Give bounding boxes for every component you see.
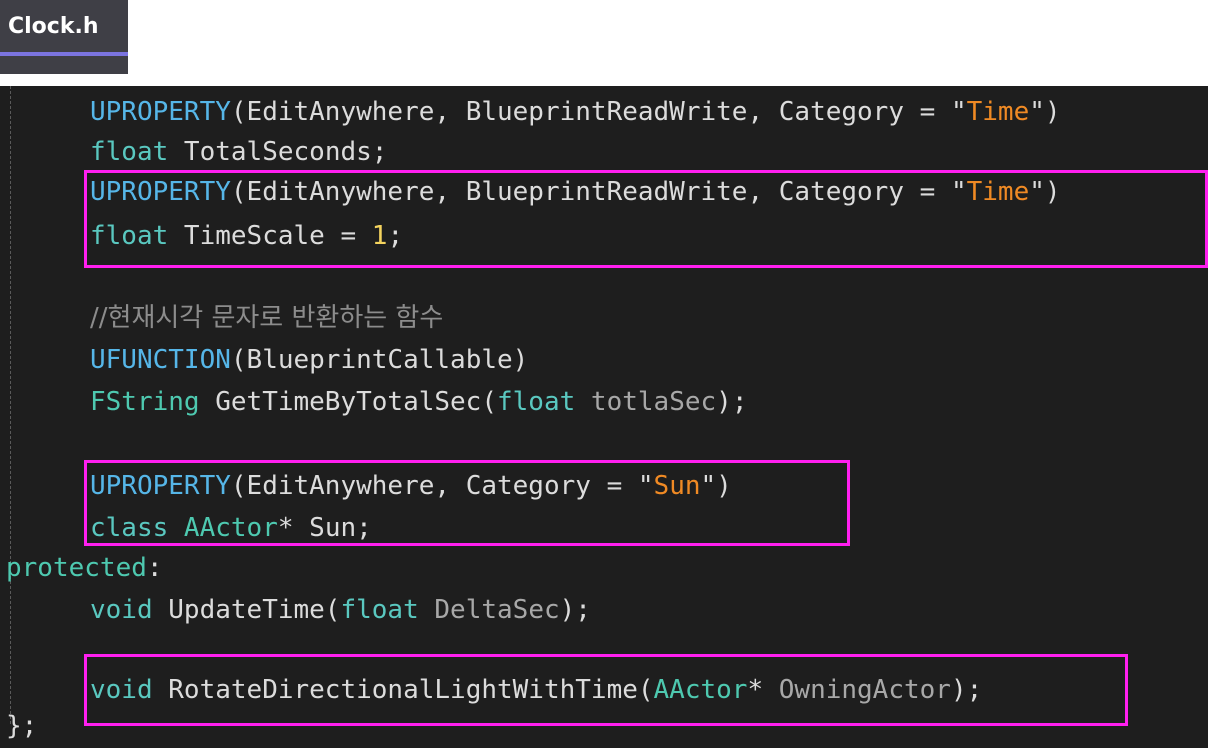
token-punct: }; — [6, 711, 38, 741]
token-punct: : — [146, 553, 163, 583]
token-func: GetTimeByTotalSec( — [199, 387, 497, 417]
token-args: (EditAnywhere, Category = — [230, 471, 638, 501]
code-line-4: float TimeScale = 1; — [90, 216, 403, 256]
token-access-specifier: protected — [6, 553, 147, 583]
token-quote: " — [700, 471, 717, 501]
token-args: (BlueprintCallable) — [230, 345, 529, 375]
token-punct: ); — [559, 595, 591, 625]
token-param: totlaSec — [575, 387, 717, 417]
token-args: (EditAnywhere, BlueprintReadWrite, Categ… — [230, 177, 951, 207]
token-keyword: float — [90, 137, 169, 167]
token-type: AActor — [653, 675, 748, 705]
code-editor[interactable]: UPROPERTY(EditAnywhere, BlueprintReadWri… — [0, 86, 1208, 748]
token-macro: UPROPERTY — [90, 471, 231, 501]
token-punct: * — [747, 675, 764, 705]
token-func: UpdateTime( — [152, 595, 341, 625]
token-text: TimeScale = — [168, 221, 372, 251]
code-line-9: class AActor* Sun; — [90, 508, 372, 548]
token-punct: ) — [1044, 177, 1061, 207]
indent-guide — [10, 86, 11, 724]
token-punct: ); — [950, 675, 983, 705]
code-line-11: void UpdateTime(float DeltaSec); — [90, 590, 591, 630]
token-quote: " — [637, 471, 654, 501]
token-text: TotalSeconds; — [168, 137, 388, 167]
file-tab[interactable]: Clock.h — [0, 0, 128, 74]
token-string: Sun — [653, 471, 701, 501]
token-punct: ) — [716, 471, 732, 501]
token-macro: UPROPERTY — [90, 177, 231, 207]
code-line-8: UPROPERTY(EditAnywhere, Category = "Sun"… — [90, 466, 732, 506]
token-quote: " — [1029, 177, 1045, 207]
token-macro: UPROPERTY — [90, 97, 231, 127]
active-tab-indicator — [0, 52, 128, 56]
token-string: Time — [966, 177, 1030, 207]
token-keyword: class — [90, 513, 169, 543]
token-punct: ) — [1044, 97, 1061, 127]
code-line-13: }; — [6, 706, 37, 746]
code-line-12: void RotateDirectionalLightWithTime(AAct… — [90, 670, 982, 710]
code-line-10: protected: — [6, 548, 163, 588]
token-number: 1 — [371, 221, 388, 251]
token-punct: ; — [387, 221, 404, 251]
file-tab-label: Clock.h — [8, 14, 99, 39]
token-keyword: float — [340, 595, 419, 625]
token-keyword: void — [90, 675, 153, 705]
token-quote: " — [1029, 97, 1045, 127]
token-keyword: float — [90, 221, 169, 251]
token-func: RotateDirectionalLightWithTime( — [152, 675, 654, 705]
code-line-2: float TotalSeconds; — [90, 132, 387, 172]
token-string: Time — [966, 97, 1030, 127]
token-text: * Sun; — [277, 513, 372, 543]
token-keyword: void — [90, 595, 153, 625]
token-args: (EditAnywhere, BlueprintReadWrite, Categ… — [230, 97, 951, 127]
token-keyword: float — [497, 387, 576, 417]
token-comment: //현재시각 문자로 반환하는 함수 — [90, 303, 444, 333]
token-param: DeltaSec — [418, 595, 560, 625]
code-line-comment: //현재시각 문자로 반환하는 함수 — [90, 298, 443, 338]
token-quote: " — [950, 97, 967, 127]
token-punct: ); — [716, 387, 748, 417]
token-quote: " — [950, 177, 967, 207]
token-type: AActor — [168, 513, 278, 543]
code-line-1: UPROPERTY(EditAnywhere, BlueprintReadWri… — [90, 92, 1061, 132]
code-line-3: UPROPERTY(EditAnywhere, BlueprintReadWri… — [90, 172, 1061, 212]
code-line-7: FString GetTimeByTotalSec(float totlaSec… — [90, 382, 747, 422]
code-line-6: UFUNCTION(BlueprintCallable) — [90, 340, 528, 380]
token-param: OwningActor — [763, 675, 951, 705]
token-macro: UFUNCTION — [90, 345, 231, 375]
token-type: FString — [90, 387, 200, 417]
